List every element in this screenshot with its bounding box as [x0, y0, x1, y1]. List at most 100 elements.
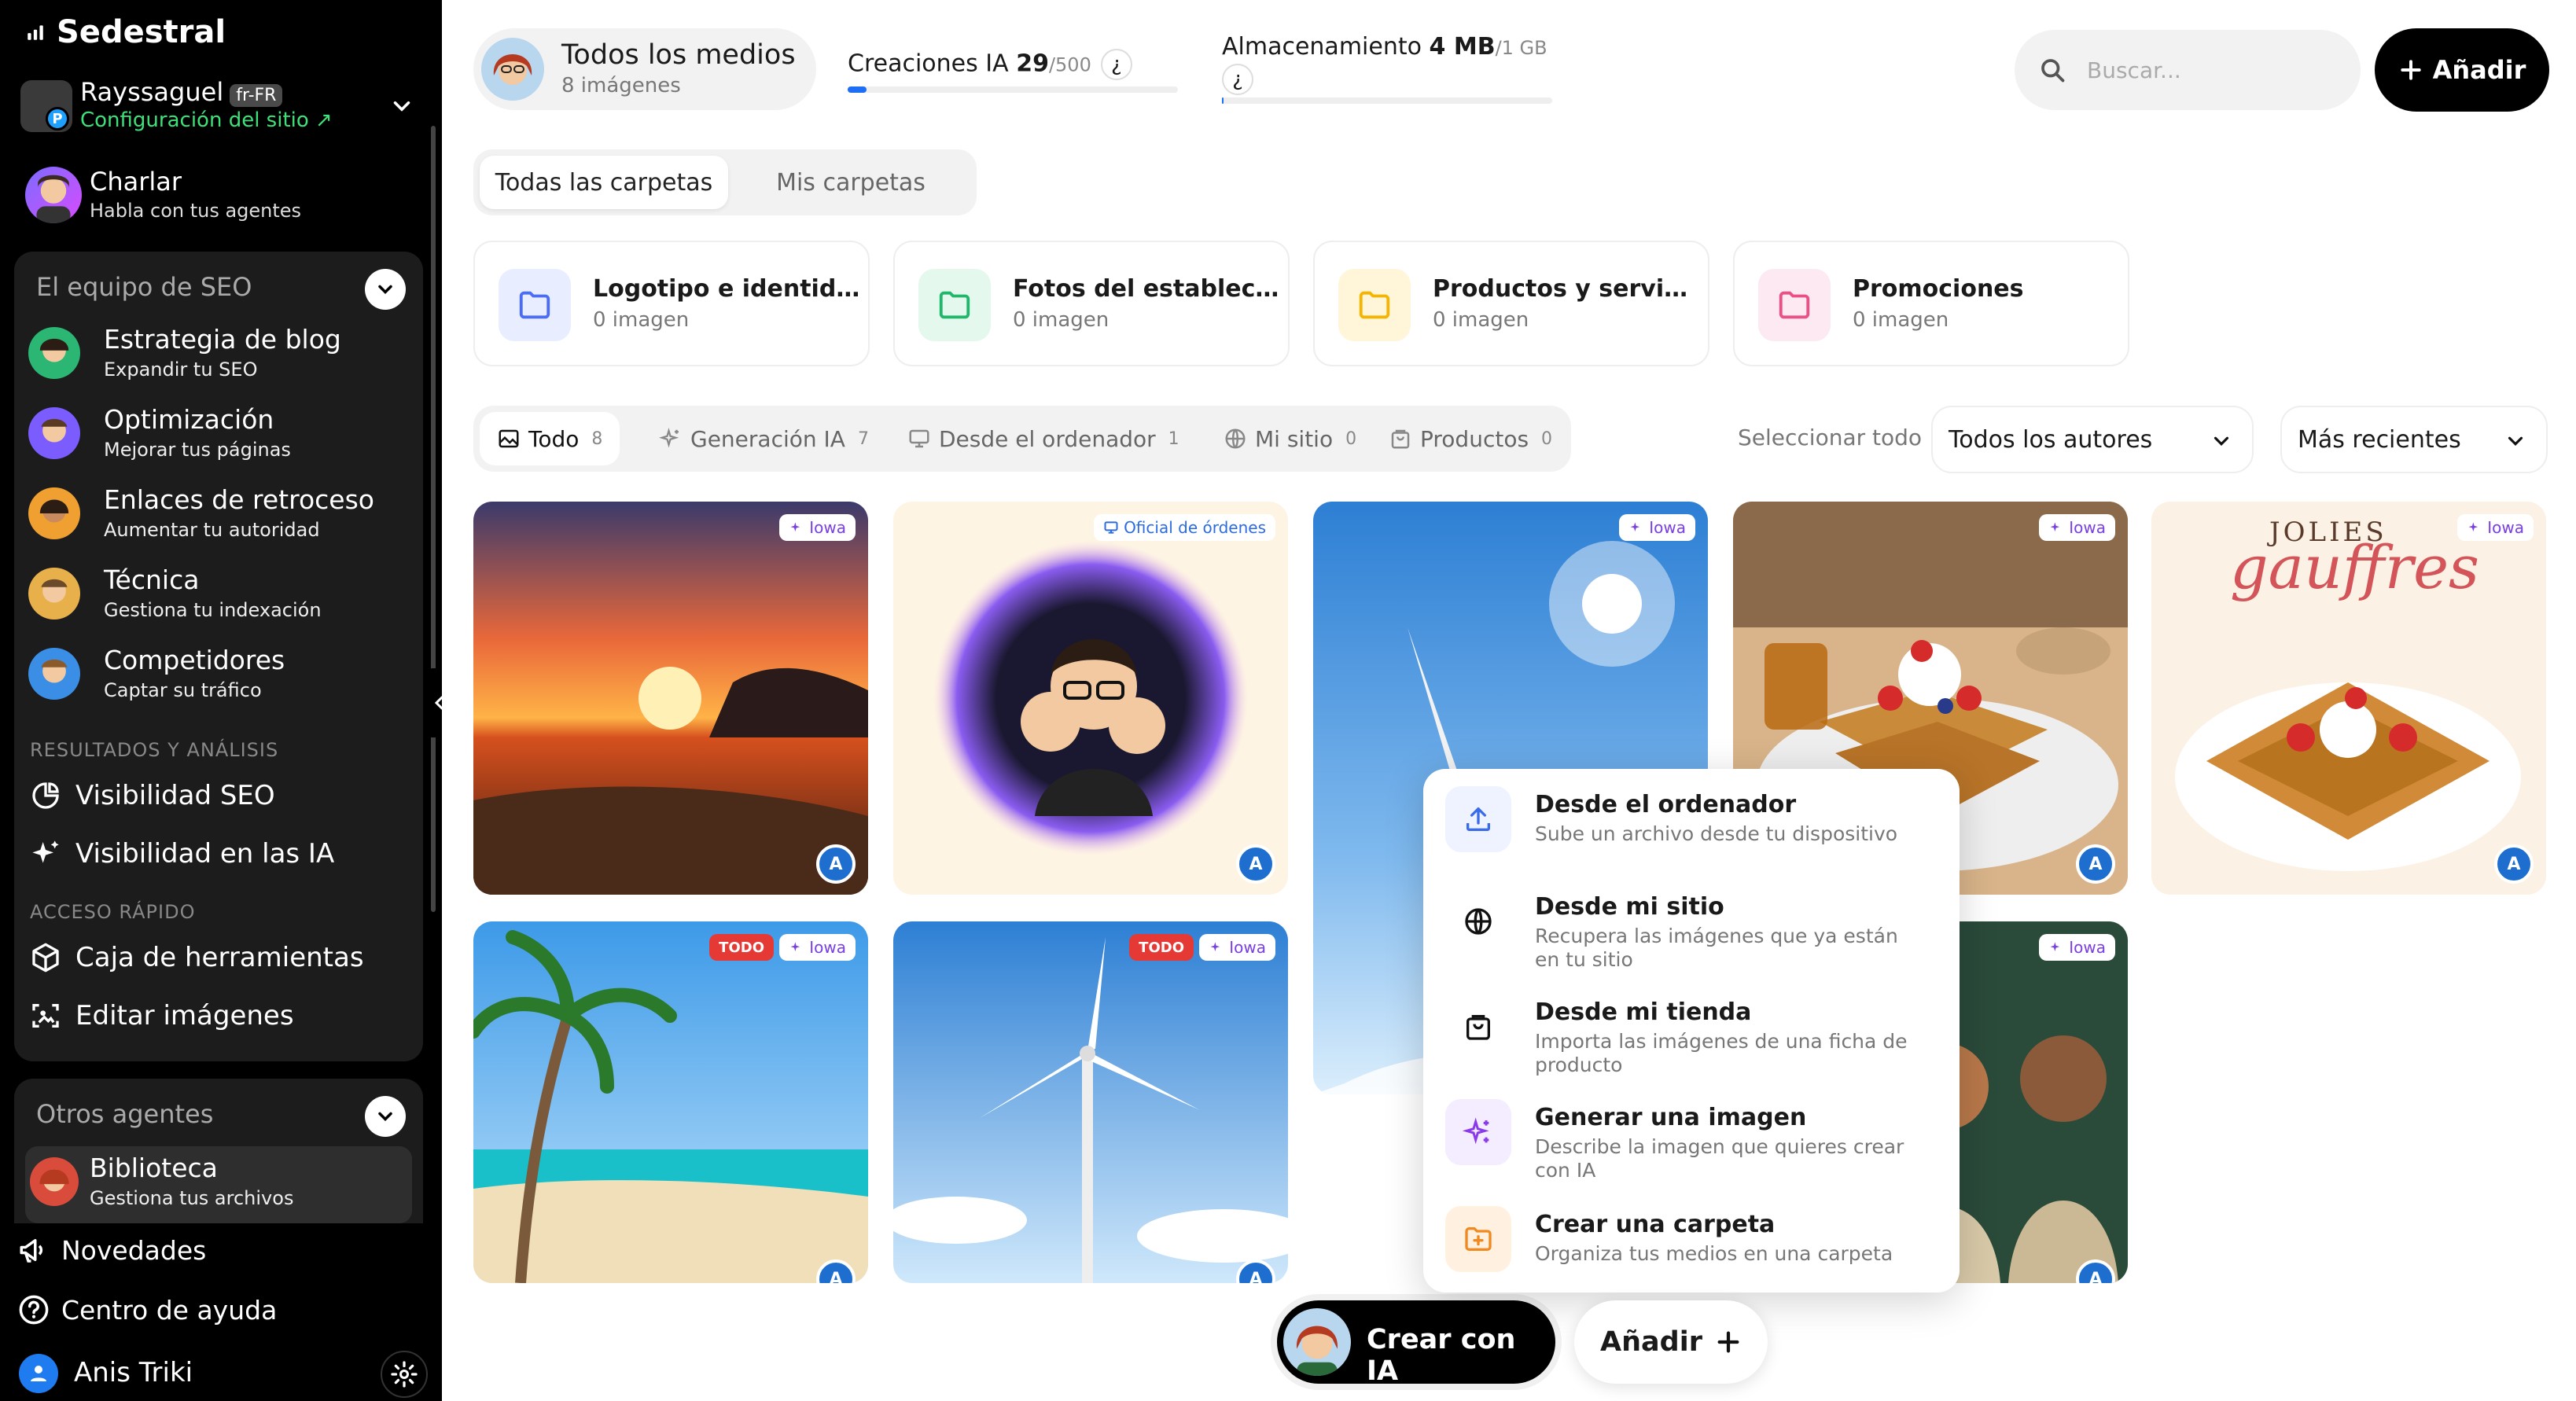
- nav-seo-visibility[interactable]: Visibilidad SEO: [30, 772, 275, 819]
- filter-label: Desde el ordenador: [939, 425, 1156, 452]
- settings-button[interactable]: [381, 1351, 428, 1398]
- user-menu[interactable]: Anis Triki: [19, 1351, 428, 1398]
- menu-item-generate-image[interactable]: Generar una imagen Describe la imagen qu…: [1445, 1099, 1941, 1186]
- storage-help-button[interactable]: ¿: [1222, 64, 1253, 95]
- user-avatar-icon: [19, 1354, 58, 1393]
- media-card-sunset[interactable]: Iowa A: [473, 502, 868, 895]
- bag-icon: [1389, 427, 1412, 450]
- megaphone-icon: [17, 1234, 50, 1267]
- authors-dropdown[interactable]: Todos los autores: [1931, 406, 2254, 473]
- nav-news[interactable]: Novedades: [17, 1226, 206, 1274]
- folder-icon: [918, 269, 991, 341]
- agent-title: Optimización: [104, 404, 274, 435]
- media-card-beach[interactable]: TODO Iowa A: [473, 921, 868, 1283]
- monitor-icon: [1104, 521, 1118, 534]
- tab-all-folders[interactable]: Todas las carpetas: [480, 156, 728, 209]
- menu-item-create-folder[interactable]: Crear una carpeta Organiza tus medios en…: [1445, 1206, 1941, 1277]
- brand[interactable]: Sedestral: [25, 14, 226, 50]
- search-box[interactable]: [2015, 30, 2361, 110]
- storage-value: 4 MB: [1429, 33, 1496, 61]
- quick-access-header: ACCESO RÁPIDO: [30, 901, 196, 923]
- folder-card[interactable]: Fotos del estableci... 0 imagen: [893, 241, 1290, 366]
- site-config-link[interactable]: Configuración del sitio ↗: [80, 108, 333, 132]
- author-badge[interactable]: A: [2494, 844, 2534, 884]
- folder-card[interactable]: Logotipo e identidad 0 imagen: [473, 241, 870, 366]
- folder-icon: [499, 269, 571, 341]
- card-tag: Iowa: [2039, 934, 2115, 961]
- agent-library[interactable]: Biblioteca Gestiona tus archivos: [25, 1146, 412, 1223]
- ai-creations-max: /500: [1048, 53, 1091, 76]
- results-section-header: RESULTADOS Y ANÁLISIS: [30, 739, 279, 761]
- gear-icon: [391, 1361, 418, 1388]
- bottom-add-button[interactable]: Añadir: [1574, 1300, 1768, 1384]
- sparkle-icon: [659, 427, 683, 450]
- agent-competitors[interactable]: Competidores Captar su tráfico: [28, 640, 406, 711]
- author-badge[interactable]: A: [2076, 844, 2115, 884]
- filter-products[interactable]: Productos 0: [1371, 412, 1570, 465]
- menu-item-desc: Describe la imagen que quieres crear con…: [1535, 1135, 1904, 1182]
- menu-item-from-site[interactable]: Desde mi sitio Recupera las imágenes que…: [1445, 888, 1941, 975]
- folder-card[interactable]: Promociones 0 imagen: [1733, 241, 2129, 366]
- team-avatar-image: [893, 502, 1288, 895]
- chevron-down-icon[interactable]: [388, 93, 415, 120]
- library-avatar: [30, 1157, 79, 1206]
- nav-ai-visibility[interactable]: Visibilidad en las IA: [30, 830, 334, 877]
- other-agents-collapse-button[interactable]: [365, 1096, 406, 1137]
- sparkle-icon: [1210, 942, 1220, 951]
- nav-toolbox[interactable]: Caja de herramientas: [30, 934, 364, 981]
- filter-count: 8: [591, 428, 603, 449]
- add-button[interactable]: Añadir: [2375, 28, 2549, 112]
- filter-from-computer[interactable]: Desde el ordenador 1: [890, 412, 1197, 465]
- agent-blog-strategy[interactable]: Estrategia de blog Expandir tu SEO: [28, 319, 406, 390]
- nav-help-center[interactable]: Centro de ayuda: [17, 1286, 277, 1333]
- agent-technical[interactable]: Técnica Gestiona tu indexación: [28, 560, 406, 631]
- user-name: Anis Triki: [74, 1357, 193, 1388]
- folder-title: Promociones: [1853, 275, 2024, 303]
- filter-ai-generation[interactable]: Generación IA 7: [642, 412, 886, 465]
- chat-subtitle: Habla con tus agentes: [90, 200, 302, 222]
- filter-all[interactable]: Todo 8: [480, 412, 620, 465]
- media-card-gauffres[interactable]: JOLIES gauffres Iowa A: [2151, 502, 2546, 895]
- nav-edit-images[interactable]: Editar imágenes: [30, 992, 294, 1039]
- author-badge[interactable]: A: [1236, 844, 1275, 884]
- agent-backlinks[interactable]: Enlaces de retroceso Aumentar tu autorid…: [28, 480, 406, 550]
- agent-optimization[interactable]: Optimización Mejorar tus páginas: [28, 399, 406, 470]
- tab-my-folders[interactable]: Mis carpetas: [733, 156, 969, 209]
- menu-item-title: Crear una carpeta: [1535, 1211, 1776, 1238]
- filter-my-site[interactable]: Mi sitio 0: [1206, 412, 1374, 465]
- ai-creations-bar: [848, 86, 1178, 93]
- all-media-selector[interactable]: Todos los medios 8 imágenes: [473, 28, 816, 110]
- search-input[interactable]: [2087, 50, 2339, 90]
- sparkle-icon: [2050, 522, 2060, 531]
- media-card-avatar[interactable]: Oficial de órdenes A: [893, 502, 1288, 895]
- signal-logo-icon: [25, 22, 46, 42]
- card-tag: Iowa: [1619, 514, 1695, 541]
- menu-item-from-store[interactable]: Desde mi tienda Importa las imágenes de …: [1445, 994, 1941, 1080]
- all-media-count: 8 imágenes: [561, 74, 681, 97]
- media-card-windturbine[interactable]: TODO Iowa A: [893, 921, 1288, 1283]
- folder-card[interactable]: Productos y servicios 0 imagen: [1313, 241, 1709, 366]
- sort-dropdown-value: Más recientes: [2298, 425, 2461, 454]
- create-with-ai-button[interactable]: Crear con IA: [1277, 1300, 1555, 1387]
- select-all-link[interactable]: Seleccionar todo: [1738, 425, 1922, 450]
- nav-label: Editar imágenes: [75, 1000, 294, 1031]
- agent-title: Técnica: [104, 564, 200, 595]
- sidebar-scrollbar[interactable]: [431, 126, 436, 912]
- add-button-label: Añadir: [2432, 55, 2526, 85]
- seo-team-collapse-button[interactable]: [365, 269, 406, 310]
- sparkle-icon: [1445, 1099, 1511, 1165]
- site-selector[interactable]: P Rayssaguel fr-FR Configuración del siti…: [20, 75, 421, 138]
- author-badge[interactable]: A: [816, 844, 856, 884]
- sparkle-icon: [30, 838, 61, 870]
- folder-icon: [1758, 269, 1831, 341]
- other-agents-title: Otros agentes: [36, 1099, 214, 1129]
- sort-dropdown[interactable]: Más recientes: [2280, 406, 2548, 473]
- menu-item-desc: Sube un archivo desde tu dispositivo: [1535, 822, 1898, 845]
- folder-title: Fotos del estableci...: [1013, 275, 1280, 303]
- nav-label: Centro de ayuda: [61, 1294, 278, 1326]
- ai-creations-help-button[interactable]: ¿: [1100, 49, 1132, 80]
- nav-label: Visibilidad SEO: [75, 780, 275, 811]
- menu-item-from-computer[interactable]: Desde el ordenador Sube un archivo desde…: [1445, 786, 1941, 873]
- library-title: Biblioteca: [90, 1153, 218, 1183]
- chat-item[interactable]: Charlar Habla con tus agentes: [25, 164, 418, 230]
